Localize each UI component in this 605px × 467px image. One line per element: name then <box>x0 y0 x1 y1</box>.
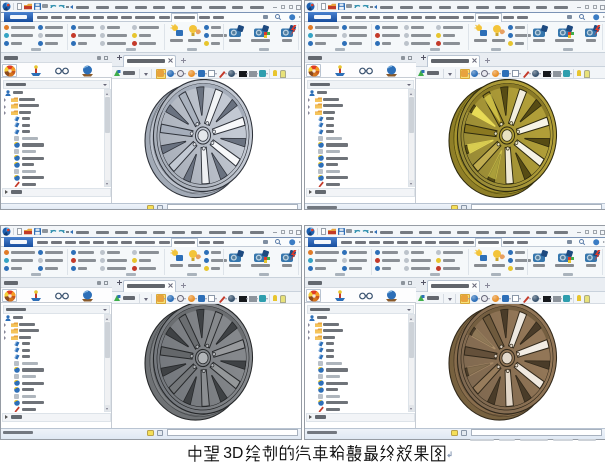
svg-text:3D: 3D <box>223 445 243 462</box>
